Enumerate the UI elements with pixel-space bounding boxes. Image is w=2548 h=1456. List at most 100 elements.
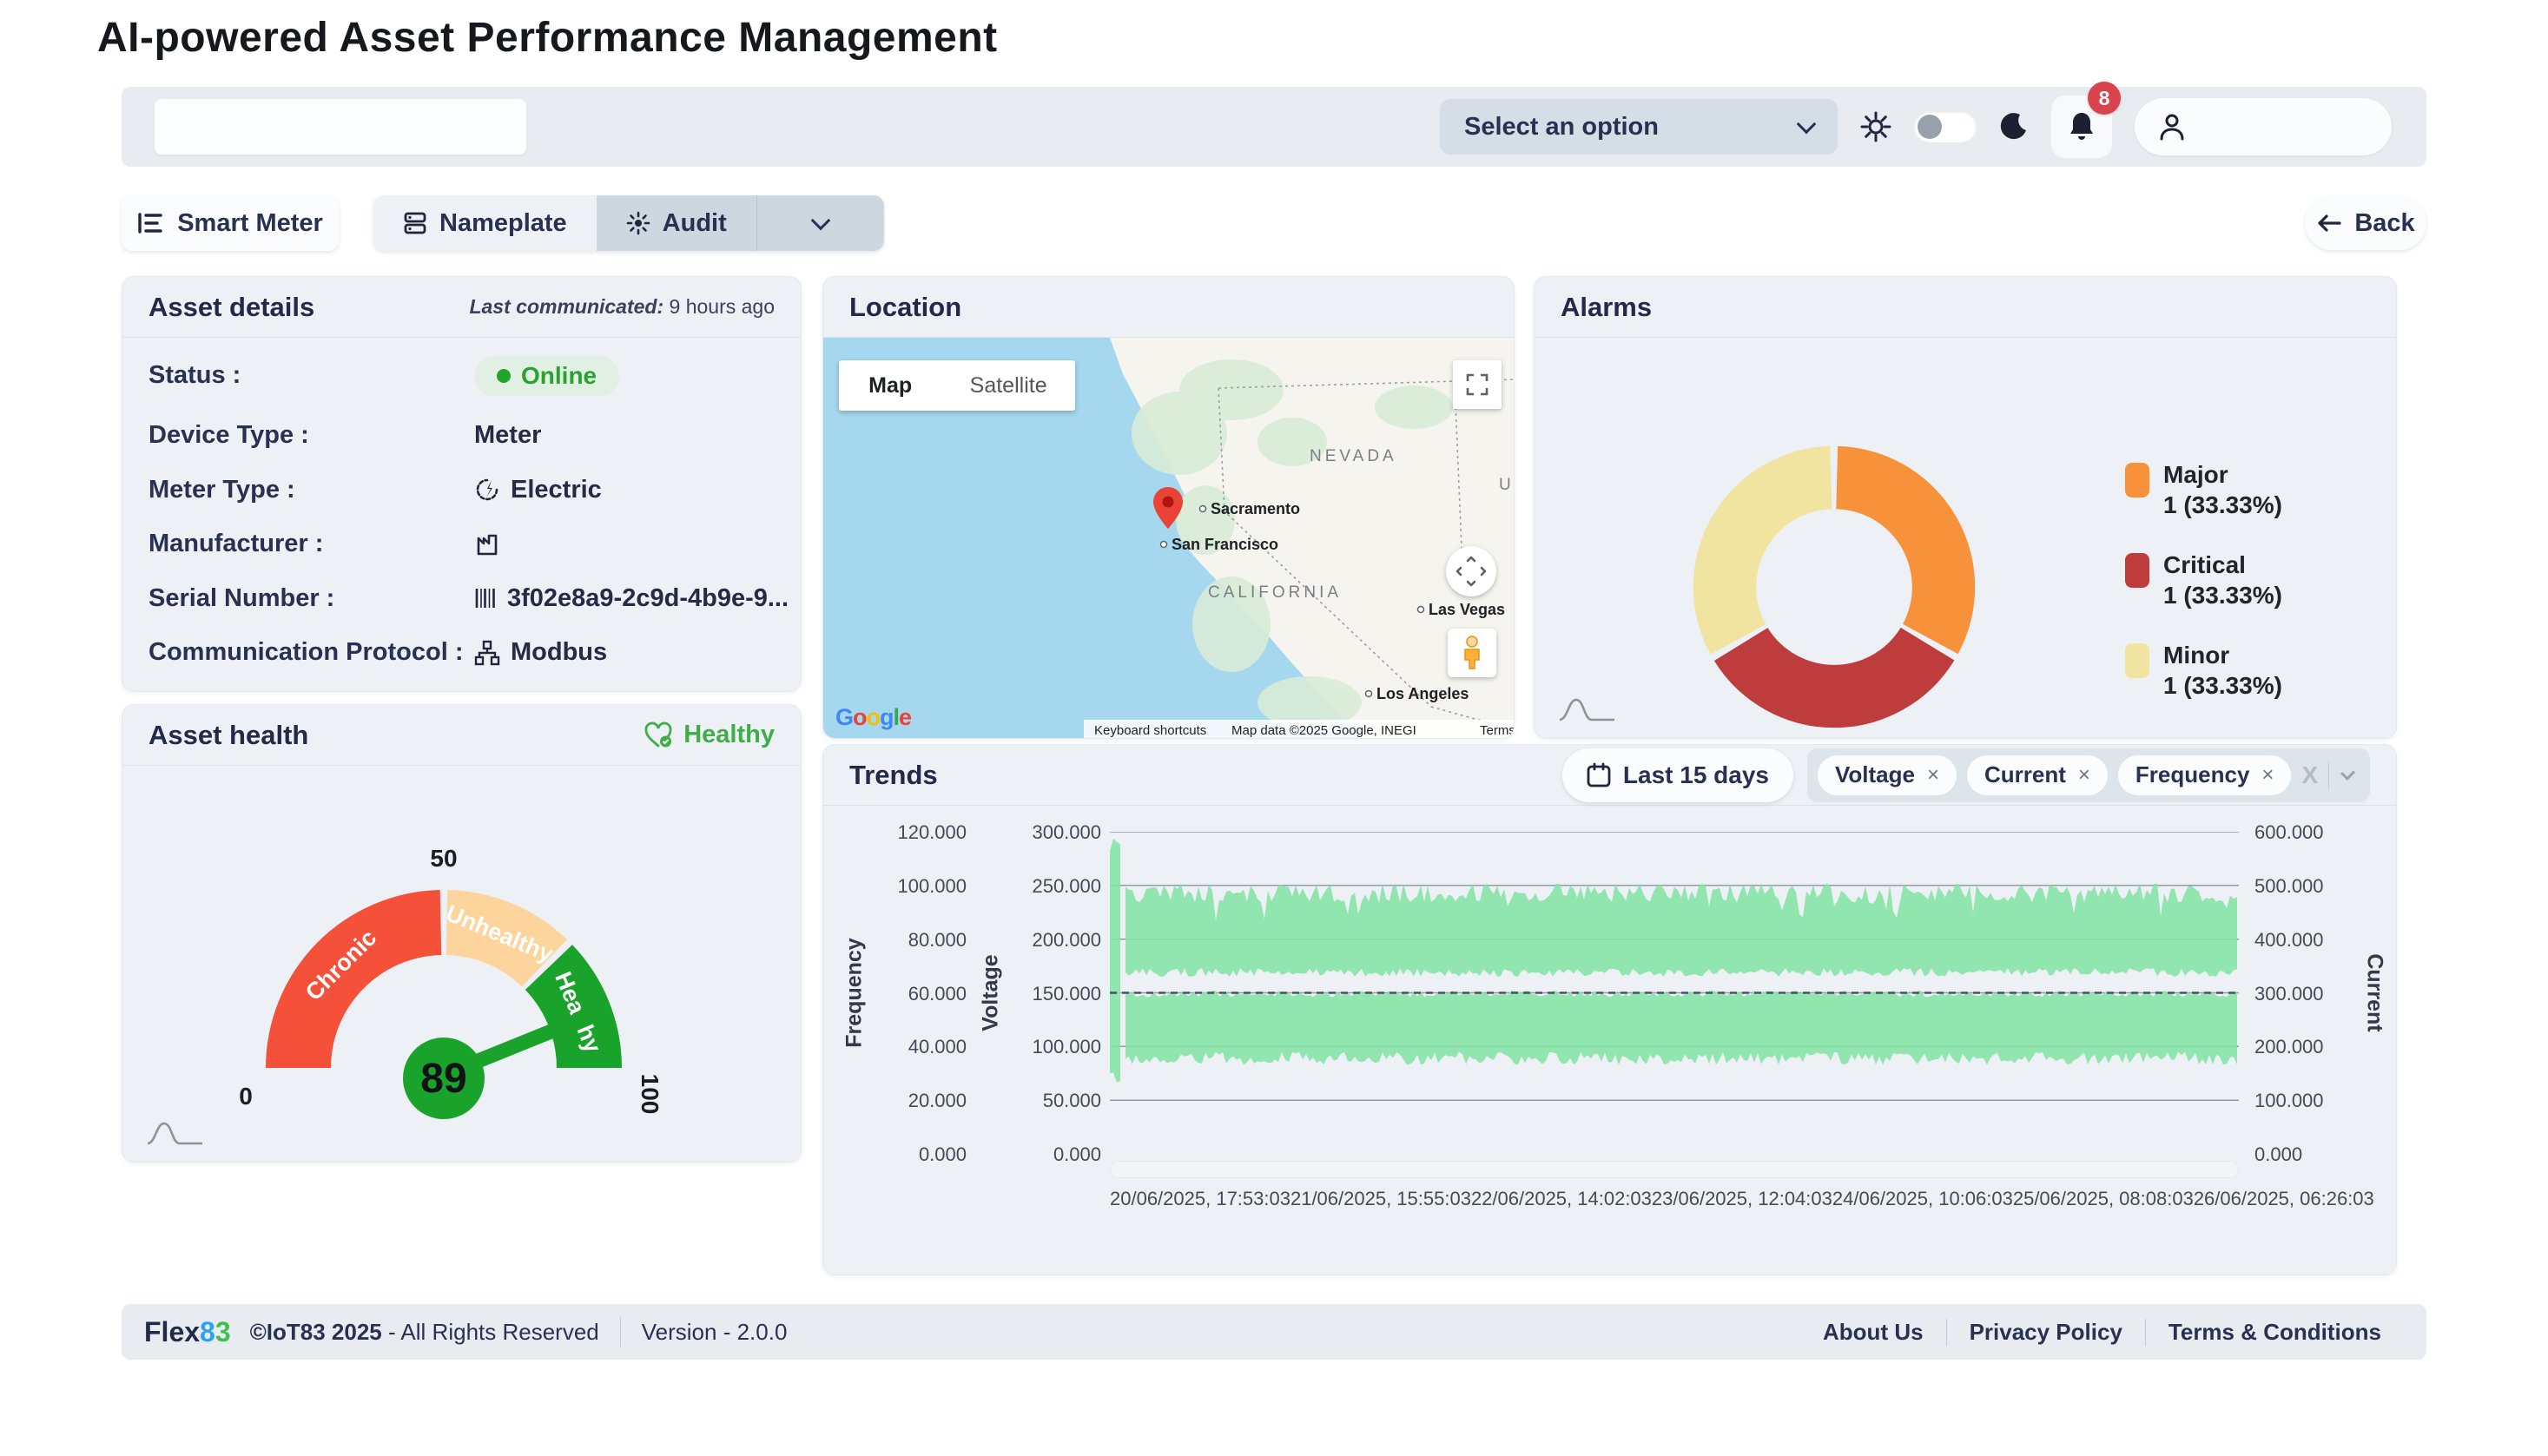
footer: Flex83 ©IoT83 2025 - All Rights Reserved… (122, 1304, 2426, 1360)
chip-current[interactable]: Current × (1967, 755, 2108, 795)
x-axis-label: 25/06/2025, 08:08:03 (2013, 1188, 2194, 1210)
person-icon (2157, 111, 2187, 142)
chevron-down-icon (1797, 115, 1817, 135)
chart-watermark-icon (1557, 695, 1618, 724)
chart-watermark-icon (145, 1118, 206, 1148)
google-logo[interactable]: Google (835, 704, 911, 731)
tick-label: 60.000 (875, 983, 967, 1005)
date-range-button[interactable]: Last 15 days (1562, 748, 1793, 802)
sun-icon[interactable] (1860, 111, 1891, 142)
tick-label: 80.000 (875, 929, 967, 952)
terms-conditions-link[interactable]: Terms & Conditions (2145, 1319, 2404, 1346)
alarms-header: Alarms (1535, 277, 2396, 338)
map-city-los-angeles: Los Angeles (1366, 685, 1469, 702)
tab-audit[interactable]: Audit (597, 195, 756, 251)
svg-text:100: 100 (637, 1074, 663, 1115)
tick-label: 0.000 (2254, 1143, 2350, 1166)
parameter-multiselect[interactable]: Voltage × Current × Frequency × (1807, 748, 2370, 802)
fullscreen-icon (1466, 373, 1489, 396)
axis-title-voltage: Voltage (975, 832, 1007, 1154)
notifications-button[interactable]: 8 (2051, 96, 2112, 158)
tick-label: 200.000 (2254, 1036, 2350, 1058)
tick-label: 300.000 (1010, 821, 1101, 844)
tick-label: 200.000 (1010, 929, 1101, 952)
trends-controls: Last 15 days Voltage × Current × (1562, 748, 2370, 802)
tab-nameplate[interactable]: Nameplate (373, 195, 597, 251)
divider (2328, 761, 2329, 789)
svg-text:Sacramento: Sacramento (1211, 500, 1300, 517)
page-title: AI-powered Asset Performance Management (97, 14, 998, 62)
tabs-row: Smart Meter Nameplate (122, 195, 2426, 251)
tick-label: 0.000 (1010, 1143, 1101, 1166)
map-terms-link[interactable]: Terms (1480, 723, 1515, 738)
user-menu[interactable] (2135, 98, 2392, 155)
network-icon (474, 640, 500, 666)
about-us-link[interactable]: About Us (1800, 1319, 1946, 1346)
back-button[interactable]: Back (2305, 196, 2426, 250)
divider (620, 1317, 621, 1347)
detail-row-status: Status : Online (122, 356, 801, 396)
health-status: Healthy (644, 721, 775, 749)
asset-health-title: Asset health (149, 720, 308, 751)
tick-label: 40.000 (875, 1036, 967, 1058)
option-select[interactable]: Select an option (1440, 99, 1838, 155)
current-ticks: 0.000100.000200.000300.000400.000500.000… (2254, 832, 2350, 1154)
map-region-utah: UT (1499, 476, 1515, 494)
theme-toggle[interactable] (1914, 111, 1977, 142)
map-type-satellite-button[interactable]: Satellite (941, 360, 1075, 411)
tab-smart-meter[interactable]: Smart Meter (122, 195, 339, 251)
calendar-icon (1587, 762, 1611, 788)
last-communicated: Last communicated: 9 hours ago (469, 295, 775, 319)
tick-label: 300.000 (2254, 983, 2350, 1005)
select-placeholder: Select an option (1464, 113, 1659, 142)
tick-label: 100.000 (875, 875, 967, 898)
legend-item-critical[interactable]: Critical 1 (33.33%) (2125, 550, 2282, 610)
trends-title: Trends (849, 760, 938, 791)
audit-icon (626, 211, 650, 235)
chevron-down-icon[interactable] (2340, 766, 2355, 781)
legend-swatch-major (2125, 463, 2149, 497)
axis-title-current: Current (2359, 832, 2390, 1154)
moon-icon[interactable] (1999, 112, 2029, 142)
map-pegman-button[interactable] (1448, 629, 1496, 677)
chevron-down-icon (810, 211, 830, 231)
svg-text:Los Angeles: Los Angeles (1376, 685, 1469, 702)
remove-chip-icon[interactable]: × (2261, 763, 2274, 787)
arrow-left-icon (2316, 213, 2342, 234)
detail-row-protocol: Communication Protocol : Modbus (122, 638, 801, 667)
privacy-policy-link[interactable]: Privacy Policy (1946, 1319, 2145, 1346)
chip-voltage[interactable]: Voltage × (1818, 755, 1957, 795)
factory-icon (474, 531, 500, 557)
x-axis-label: 23/06/2025, 12:04:03 (1652, 1188, 1832, 1210)
asset-details-header: Asset details Last communicated: 9 hours… (122, 277, 801, 338)
toolbar-input[interactable] (155, 99, 526, 155)
map-keyboard-shortcuts-link[interactable]: Keyboard shortcuts (1094, 723, 1206, 738)
map-city-las-vegas: Las Vegas (1418, 601, 1506, 618)
chip-frequency[interactable]: Frequency × (2118, 755, 2292, 795)
notification-badge: 8 (2088, 82, 2121, 115)
tick-label: 600.000 (2254, 821, 2350, 844)
map[interactable]: NEVADA UT CALIFORNIA Sacramento San Fran… (823, 338, 1514, 738)
svg-text:0: 0 (239, 1083, 253, 1110)
legend-item-minor[interactable]: Minor 1 (33.33%) (2125, 640, 2282, 701)
legend-swatch-minor (2125, 643, 2149, 678)
tab-group: Nameplate Audit (373, 195, 884, 251)
remove-chip-icon[interactable]: × (2078, 763, 2090, 787)
location-header: Location (823, 277, 1514, 338)
map-type-map-button[interactable]: Map (839, 360, 941, 411)
map-fullscreen-button[interactable] (1453, 360, 1502, 409)
legend-item-major[interactable]: Major 1 (33.33%) (2125, 459, 2282, 520)
pegman-icon (1462, 636, 1482, 670)
version-text: Version - 2.0.0 (642, 1319, 788, 1346)
tick-label: 150.000 (1010, 983, 1101, 1005)
map-pan-control[interactable] (1446, 546, 1496, 596)
tick-label: 250.000 (1010, 875, 1101, 898)
tab-more-dropdown[interactable] (756, 195, 884, 251)
alarms-body: Major 1 (33.33%) Critical 1 (33.33%) M (1535, 338, 2396, 739)
map-type-control: Map Satellite (839, 360, 1075, 411)
clear-all-button[interactable]: X (2301, 761, 2318, 789)
remove-chip-icon[interactable]: × (1927, 763, 1939, 787)
x-axis-label: 22/06/2025, 14:02:03 (1471, 1188, 1652, 1210)
chart-scrollbar[interactable] (1110, 1161, 2239, 1178)
alarms-legend: Major 1 (33.33%) Critical 1 (33.33%) M (2125, 459, 2282, 701)
